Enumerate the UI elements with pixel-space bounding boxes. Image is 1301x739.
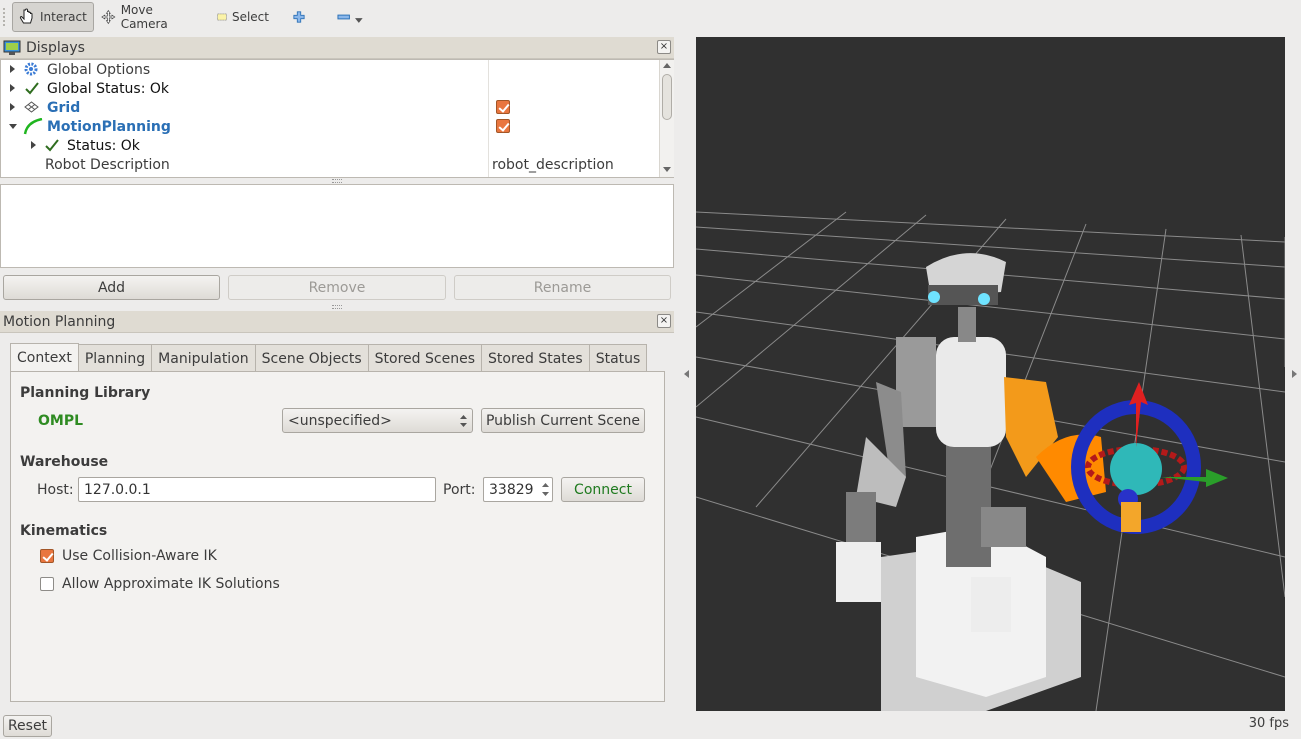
- add-tool-button[interactable]: [286, 2, 312, 32]
- tree-row-robot-description[interactable]: Robot Description robot_description: [1, 155, 659, 174]
- connect-button[interactable]: Connect: [561, 477, 645, 502]
- tree-label: Global Status: Ok: [47, 80, 170, 97]
- tab-stored-states[interactable]: Stored States: [481, 344, 590, 372]
- interact-label: Interact: [40, 10, 87, 24]
- publish-current-scene-button[interactable]: Publish Current Scene: [481, 408, 645, 433]
- gear-icon: [24, 62, 38, 76]
- warehouse-heading: Warehouse: [20, 454, 109, 470]
- scroll-up-icon[interactable]: [663, 63, 671, 69]
- reset-button[interactable]: Reset: [3, 715, 52, 737]
- property-description-panel: [0, 184, 674, 268]
- tree-row-status[interactable]: Status: Ok: [1, 136, 659, 155]
- tree-label: Robot Description: [45, 156, 170, 173]
- tree-label: MotionPlanning: [47, 118, 171, 135]
- checkmark-icon: [25, 82, 39, 95]
- move-camera-label: Move Camera: [120, 3, 168, 31]
- port-spinbox[interactable]: 33829: [483, 477, 553, 502]
- select-tool-button[interactable]: Select: [210, 2, 276, 32]
- select-label: Select: [231, 10, 269, 24]
- remove-tool-dropdown[interactable]: [330, 2, 370, 32]
- interact-tool-button[interactable]: Interact: [12, 2, 94, 32]
- approximate-ik-checkbox[interactable]: [40, 577, 54, 591]
- scrollbar-thumb[interactable]: [662, 74, 672, 120]
- displays-scrollbar[interactable]: [659, 60, 674, 177]
- tree-row-global-status[interactable]: Global Status: Ok: [1, 79, 659, 98]
- remove-button[interactable]: Remove: [228, 275, 446, 300]
- grid-icon: [24, 101, 39, 113]
- host-label: Host:: [37, 482, 74, 498]
- tab-status[interactable]: Status: [588, 344, 648, 372]
- tree-label: Global Options: [47, 61, 151, 78]
- tree-label: Grid: [47, 99, 81, 116]
- motion-planning-title-bar: Motion Planning ×: [0, 311, 674, 333]
- expand-arrow-icon[interactable]: [10, 65, 15, 73]
- select-rectangle-icon: [217, 13, 227, 21]
- minus-icon: [337, 14, 350, 20]
- motion-planning-close-button[interactable]: ×: [657, 314, 671, 328]
- displays-title-bar: Displays ×: [0, 37, 674, 59]
- scene-render: [696, 211, 1285, 711]
- robot-model: [836, 253, 1081, 711]
- motion-planning-tabs: Context Planning Manipulation Scene Obje…: [10, 343, 648, 372]
- collision-aware-ik-checkbox[interactable]: [40, 549, 54, 563]
- displays-close-button[interactable]: ×: [657, 40, 671, 54]
- fps-readout: 30 fps: [1248, 716, 1289, 731]
- rename-button[interactable]: Rename: [454, 275, 671, 300]
- monitor-icon: [3, 40, 21, 55]
- hand-pointer-icon: [19, 8, 33, 24]
- displays-title: Displays: [26, 39, 85, 56]
- approximate-ik-label: Allow Approximate IK Solutions: [62, 576, 280, 592]
- 3d-viewport[interactable]: [696, 37, 1285, 711]
- status-bar: Reset 30 fps: [0, 712, 1301, 739]
- expand-arrow-icon[interactable]: [10, 84, 15, 92]
- planner-select-value: <unspecified>: [288, 412, 392, 429]
- interactive-marker: [1004, 377, 1228, 534]
- tree-row-motionplanning[interactable]: MotionPlanning: [1, 117, 659, 136]
- tab-scene-objects[interactable]: Scene Objects: [254, 344, 369, 372]
- context-panel: Planning Library OMPL <unspecified> Publ…: [10, 371, 665, 702]
- tab-stored-scenes[interactable]: Stored Scenes: [367, 344, 482, 372]
- chevron-down-icon: [355, 18, 363, 23]
- tree-row-grid[interactable]: Grid: [1, 98, 659, 117]
- dock-splitter-handle[interactable]: [332, 305, 342, 309]
- collapse-left-arrow-icon[interactable]: [684, 370, 689, 378]
- collision-aware-ik-label: Use Collision-Aware IK: [62, 548, 217, 564]
- tree-row-global-options[interactable]: Global Options: [1, 60, 659, 79]
- motionplanning-enabled-checkbox[interactable]: [496, 119, 510, 133]
- tree-label: Status: Ok: [67, 137, 140, 154]
- planning-library-name: OMPL: [38, 413, 84, 429]
- expand-arrow-icon[interactable]: [31, 141, 36, 149]
- move-camera-tool-button[interactable]: Move Camera: [94, 2, 204, 32]
- grid-enabled-checkbox[interactable]: [496, 100, 510, 114]
- host-input[interactable]: 127.0.0.1: [78, 477, 436, 502]
- add-button[interactable]: Add: [3, 275, 220, 300]
- checkmark-icon: [45, 139, 59, 152]
- toolbar-grip[interactable]: [3, 8, 7, 26]
- motion-planning-arc-icon: [23, 118, 43, 135]
- collapse-right-arrow-icon[interactable]: [1292, 370, 1297, 378]
- spin-arrows-icon[interactable]: [542, 483, 549, 496]
- port-label: Port:: [443, 482, 476, 498]
- planning-library-heading: Planning Library: [20, 385, 151, 401]
- robot-description-value[interactable]: robot_description: [492, 157, 614, 173]
- plus-icon: [293, 11, 305, 23]
- splitter-handle[interactable]: [332, 179, 342, 183]
- scroll-down-icon[interactable]: [663, 167, 671, 173]
- collapse-arrow-icon[interactable]: [9, 124, 17, 129]
- expand-arrow-icon[interactable]: [10, 103, 15, 111]
- toolbar: Interact Move Camera Select: [0, 0, 1301, 36]
- planner-select[interactable]: <unspecified>: [282, 408, 473, 433]
- motion-planning-title: Motion Planning: [3, 313, 116, 330]
- updown-arrows-icon: [460, 415, 467, 427]
- tab-planning[interactable]: Planning: [77, 344, 153, 372]
- tab-manipulation[interactable]: Manipulation: [151, 344, 256, 372]
- port-value: 33829: [489, 481, 534, 498]
- kinematics-heading: Kinematics: [20, 523, 108, 539]
- move-arrows-icon: [101, 9, 116, 25]
- displays-tree: Global Options Global Status: Ok Grid Mo…: [0, 59, 674, 178]
- tab-context[interactable]: Context: [10, 343, 79, 372]
